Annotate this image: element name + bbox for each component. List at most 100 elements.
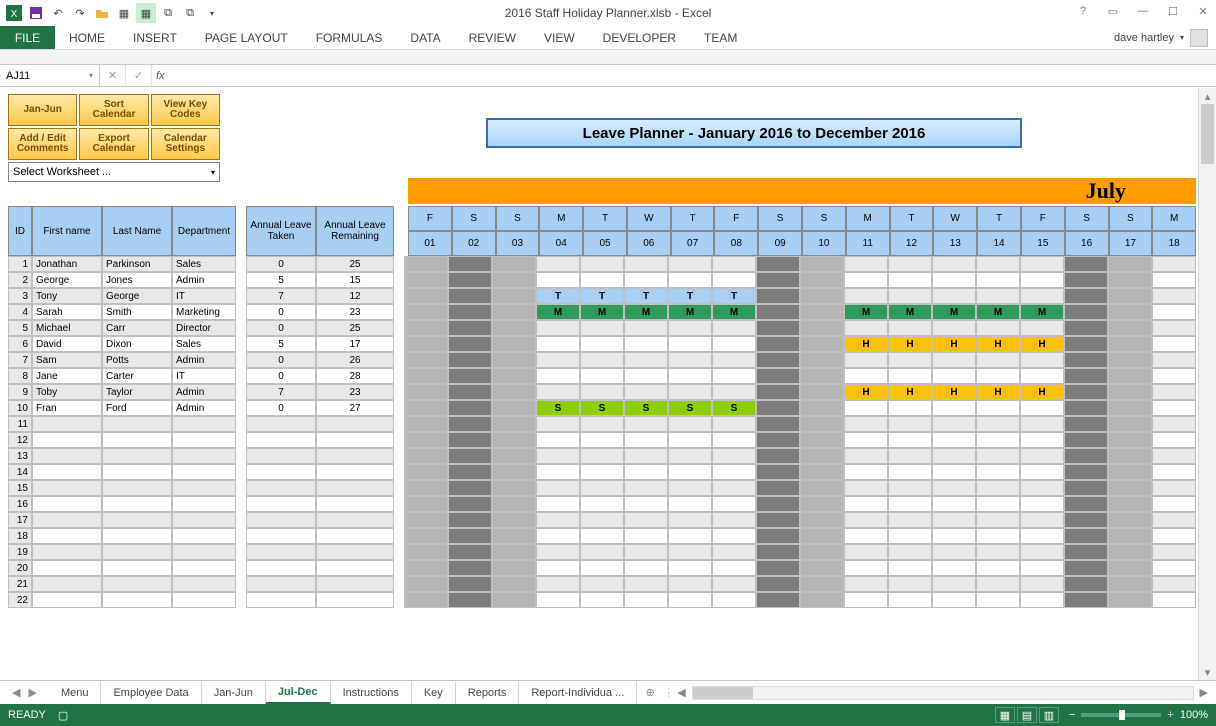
day-cell[interactable] (404, 496, 448, 512)
day-cell[interactable] (448, 432, 492, 448)
cell-id[interactable]: 11 (8, 416, 32, 432)
day-cell[interactable] (404, 480, 448, 496)
day-cell[interactable]: H (976, 384, 1020, 400)
day-cell[interactable] (580, 432, 624, 448)
cell-leave-remaining[interactable]: 27 (316, 400, 394, 416)
day-cell[interactable] (624, 560, 668, 576)
day-cell[interactable] (448, 272, 492, 288)
cell-leave-taken[interactable] (246, 512, 316, 528)
cell-first-name[interactable]: David (32, 336, 102, 352)
day-cell[interactable] (976, 368, 1020, 384)
cell-first-name[interactable] (32, 464, 102, 480)
day-cell[interactable] (536, 352, 580, 368)
day-cell[interactable] (448, 320, 492, 336)
qat-icon-3[interactable]: ⧉ (158, 3, 178, 23)
day-cell[interactable] (844, 576, 888, 592)
day-cell[interactable] (624, 384, 668, 400)
cell-first-name[interactable] (32, 576, 102, 592)
tab-nav-next-icon[interactable]: ▶ (28, 686, 36, 699)
day-cell[interactable] (492, 448, 536, 464)
day-cell[interactable] (1152, 528, 1196, 544)
day-cell[interactable] (668, 592, 712, 608)
cell-first-name[interactable] (32, 432, 102, 448)
day-cell[interactable] (492, 368, 536, 384)
cell-leave-taken[interactable] (246, 592, 316, 608)
cell-last-name[interactable]: Carr (102, 320, 172, 336)
day-cell[interactable] (448, 592, 492, 608)
cell-leave-taken[interactable]: 7 (246, 384, 316, 400)
day-cell[interactable] (624, 592, 668, 608)
cell-last-name[interactable]: Smith (102, 304, 172, 320)
day-cell[interactable] (1108, 416, 1152, 432)
day-cell[interactable] (844, 272, 888, 288)
day-cell[interactable] (1064, 544, 1108, 560)
cancel-formula-icon[interactable]: ✕ (100, 65, 126, 86)
day-cell[interactable] (976, 288, 1020, 304)
day-cell[interactable] (976, 560, 1020, 576)
day-cell[interactable] (624, 272, 668, 288)
day-cell[interactable] (492, 352, 536, 368)
day-cell[interactable]: M (844, 304, 888, 320)
day-cell[interactable]: T (580, 288, 624, 304)
day-cell[interactable] (1108, 592, 1152, 608)
day-cell[interactable] (580, 496, 624, 512)
cell-first-name[interactable]: George (32, 272, 102, 288)
day-cell[interactable] (712, 464, 756, 480)
day-cell[interactable] (536, 368, 580, 384)
zoom-control[interactable]: − + 100% (1069, 709, 1208, 721)
day-cell[interactable] (1152, 544, 1196, 560)
day-cell[interactable] (1020, 320, 1064, 336)
day-cell[interactable] (1108, 256, 1152, 272)
day-cell[interactable] (844, 592, 888, 608)
day-cell[interactable] (1108, 528, 1152, 544)
cell-department[interactable]: IT (172, 368, 236, 384)
worksheet-select[interactable]: Select Worksheet ... ▾ (8, 162, 220, 182)
day-cell[interactable] (580, 464, 624, 480)
day-cell[interactable] (624, 480, 668, 496)
day-cell[interactable] (1108, 544, 1152, 560)
day-cell[interactable] (932, 496, 976, 512)
day-cell[interactable] (536, 384, 580, 400)
cell-id[interactable]: 9 (8, 384, 32, 400)
cell-id[interactable]: 4 (8, 304, 32, 320)
day-cell[interactable] (712, 576, 756, 592)
day-cell[interactable] (448, 448, 492, 464)
day-cell[interactable] (448, 368, 492, 384)
cell-last-name[interactable]: Ford (102, 400, 172, 416)
day-cell[interactable] (888, 576, 932, 592)
day-cell[interactable] (1020, 480, 1064, 496)
day-cell[interactable] (1108, 304, 1152, 320)
cell-department[interactable] (172, 432, 236, 448)
day-cell[interactable] (1108, 352, 1152, 368)
day-cell[interactable] (668, 496, 712, 512)
day-cell[interactable] (1020, 512, 1064, 528)
cell-leave-remaining[interactable]: 23 (316, 304, 394, 320)
cell-department[interactable]: Director (172, 320, 236, 336)
day-cell[interactable] (668, 384, 712, 400)
sheet-tab-key[interactable]: Key (412, 682, 456, 704)
day-cell[interactable] (932, 480, 976, 496)
day-cell[interactable] (1064, 576, 1108, 592)
day-cell[interactable] (492, 528, 536, 544)
day-cell[interactable]: S (536, 400, 580, 416)
day-cell[interactable] (624, 416, 668, 432)
cell-last-name[interactable] (102, 448, 172, 464)
ribbon-tab-review[interactable]: REVIEW (455, 26, 530, 49)
cell-department[interactable] (172, 544, 236, 560)
cell-leave-taken[interactable] (246, 560, 316, 576)
day-cell[interactable] (1064, 416, 1108, 432)
day-cell[interactable] (624, 448, 668, 464)
day-cell[interactable] (536, 544, 580, 560)
redo-icon[interactable]: ↷ (70, 3, 90, 23)
day-cell[interactable] (1152, 256, 1196, 272)
cell-leave-taken[interactable]: 0 (246, 352, 316, 368)
day-cell[interactable] (1108, 512, 1152, 528)
day-cell[interactable] (1020, 496, 1064, 512)
cell-id[interactable]: 20 (8, 560, 32, 576)
cell-first-name[interactable] (32, 592, 102, 608)
day-cell[interactable] (448, 400, 492, 416)
day-cell[interactable] (712, 336, 756, 352)
day-cell[interactable] (404, 528, 448, 544)
day-cell[interactable] (756, 560, 800, 576)
day-cell[interactable]: S (624, 400, 668, 416)
